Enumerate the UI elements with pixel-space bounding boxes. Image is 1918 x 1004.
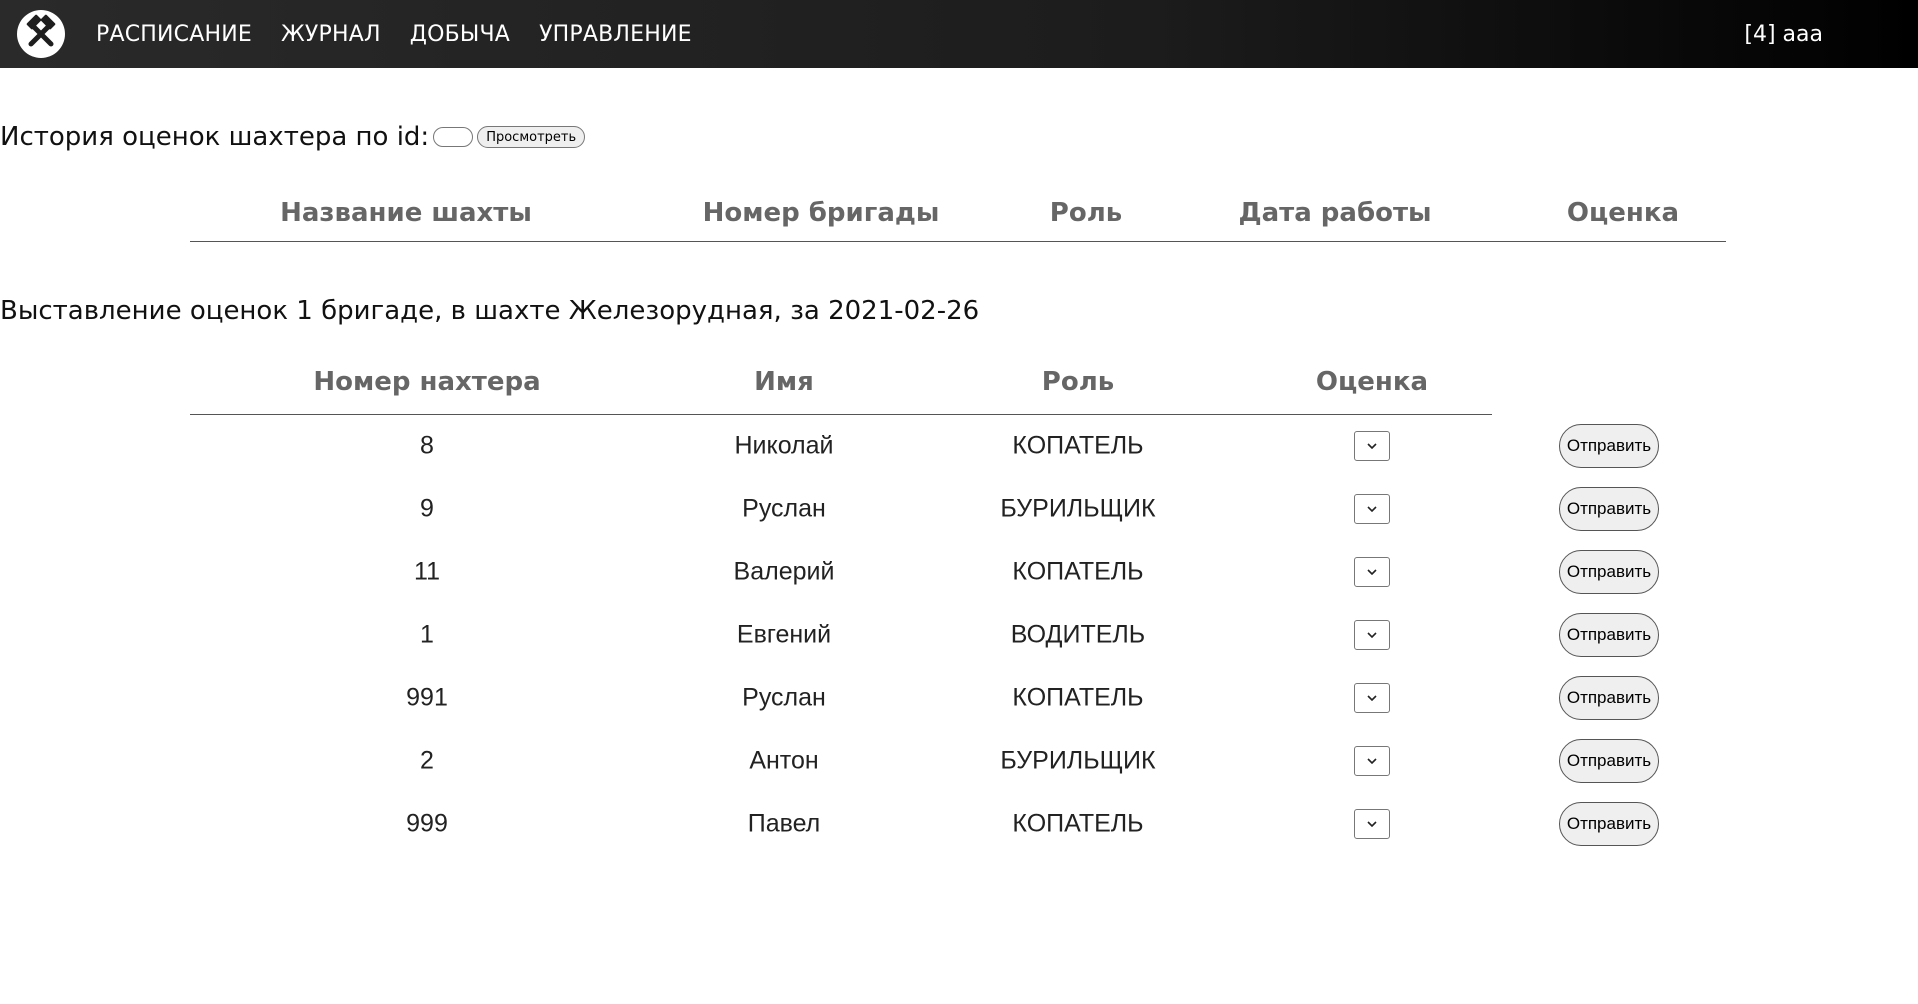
send-grade-button[interactable]: Отправить	[1559, 423, 1659, 468]
send-grade-button[interactable]: Отправить	[1559, 549, 1659, 594]
grade-select[interactable]	[1354, 556, 1390, 587]
column-header-grade: Оценка	[1315, 367, 1429, 397]
nav-item-journal[interactable]: ЖУРНАЛ	[281, 22, 381, 47]
miner-name-cell: Антон	[749, 746, 819, 774]
grade-select[interactable]	[1354, 430, 1390, 461]
grading-section-title: Выставление оценок 1 бригаде, в шахте Же…	[0, 296, 980, 326]
chevron-down-icon	[1367, 694, 1377, 701]
miner-number-cell: 2	[420, 746, 434, 774]
miner-role-cell: БУРИЛЬЩИК	[1000, 746, 1156, 774]
top-nav-bar: РАСПИСАНИЕ ЖУРНАЛ ДОБЫЧА УПРАВЛЕНИЕ [4] …	[0, 0, 1918, 68]
miner-number-cell: 991	[406, 683, 448, 711]
miner-number-cell: 9	[420, 494, 434, 522]
grading-table-header: Номер нахтера Имя Роль Оценка	[190, 363, 1492, 415]
column-header-name: Имя	[754, 367, 814, 397]
miner-history-form: История оценок шахтера по id: Просмотрет…	[0, 122, 586, 152]
column-header-role: Роль	[1041, 367, 1115, 397]
chevron-down-icon	[1367, 631, 1377, 638]
column-header-work-date: Дата работы	[1238, 198, 1432, 228]
table-row: 999 Павел КОПАТЕЛЬ Отправить	[0, 792, 1918, 855]
column-header-miner-number: Номер нахтера	[313, 367, 541, 397]
miner-id-input[interactable]	[433, 127, 474, 147]
miner-name-cell: Валерий	[733, 557, 835, 585]
miner-role-cell: ВОДИТЕЛЬ	[1010, 620, 1146, 648]
grade-select[interactable]	[1354, 808, 1390, 839]
chevron-down-icon	[1367, 442, 1377, 449]
chevron-down-icon	[1367, 820, 1377, 827]
chevron-down-icon	[1367, 505, 1377, 512]
current-user-label[interactable]: [4] aaa	[1744, 0, 1823, 68]
table-row: 9 Руслан БУРИЛЬЩИК Отправить	[0, 477, 1918, 540]
miner-role-cell: КОПАТЕЛЬ	[1012, 557, 1144, 585]
grade-select[interactable]	[1354, 682, 1390, 713]
miner-history-label: История оценок шахтера по id:	[0, 122, 430, 152]
grade-select[interactable]	[1354, 619, 1390, 650]
miner-role-cell: КОПАТЕЛЬ	[1012, 809, 1144, 837]
nav-item-mining[interactable]: ДОБЫЧА	[410, 22, 510, 47]
send-grade-button[interactable]: Отправить	[1559, 486, 1659, 531]
column-header-role: Роль	[1049, 198, 1123, 228]
miner-name-cell: Николай	[734, 431, 834, 459]
nav-item-management[interactable]: УПРАВЛЕНИЕ	[539, 22, 692, 47]
column-header-grade: Оценка	[1566, 198, 1680, 228]
chevron-down-icon	[1367, 568, 1377, 575]
miner-role-cell: КОПАТЕЛЬ	[1012, 683, 1144, 711]
miner-number-cell: 11	[414, 557, 440, 585]
miner-role-cell: КОПАТЕЛЬ	[1012, 431, 1144, 459]
column-header-mine-name: Название шахты	[280, 198, 532, 228]
send-grade-button[interactable]: Отправить	[1559, 612, 1659, 657]
crossed-hammers-logo-icon[interactable]	[16, 9, 66, 59]
history-table-header: Название шахты Номер бригады Роль Дата р…	[190, 190, 1726, 242]
send-grade-button[interactable]: Отправить	[1559, 801, 1659, 846]
grade-select[interactable]	[1354, 745, 1390, 776]
table-row: 1 Евгений ВОДИТЕЛЬ Отправить	[0, 603, 1918, 666]
miner-number-cell: 999	[406, 809, 448, 837]
nav-item-schedule[interactable]: РАСПИСАНИЕ	[96, 22, 252, 47]
miner-number-cell: 1	[420, 620, 434, 648]
miner-name-cell: Руслан	[742, 683, 826, 711]
table-row: 11 Валерий КОПАТЕЛЬ Отправить	[0, 540, 1918, 603]
miner-role-cell: БУРИЛЬЩИК	[1000, 494, 1156, 522]
table-row: 2 Антон БУРИЛЬЩИК Отправить	[0, 729, 1918, 792]
table-row: 8 Николай КОПАТЕЛЬ Отправить	[0, 414, 1918, 477]
table-row: 991 Руслан КОПАТЕЛЬ Отправить	[0, 666, 1918, 729]
chevron-down-icon	[1367, 757, 1377, 764]
send-grade-button[interactable]: Отправить	[1559, 675, 1659, 720]
miner-name-cell: Руслан	[742, 494, 826, 522]
column-header-brigade-number: Номер бригады	[702, 198, 940, 228]
miner-number-cell: 8	[420, 431, 434, 459]
main-nav: РАСПИСАНИЕ ЖУРНАЛ ДОБЫЧА УПРАВЛЕНИЕ	[96, 0, 692, 68]
miner-name-cell: Евгений	[736, 620, 832, 648]
send-grade-button[interactable]: Отправить	[1559, 738, 1659, 783]
grade-select[interactable]	[1354, 493, 1390, 524]
miner-name-cell: Павел	[747, 809, 821, 837]
view-history-button[interactable]: Просмотреть	[477, 126, 586, 148]
